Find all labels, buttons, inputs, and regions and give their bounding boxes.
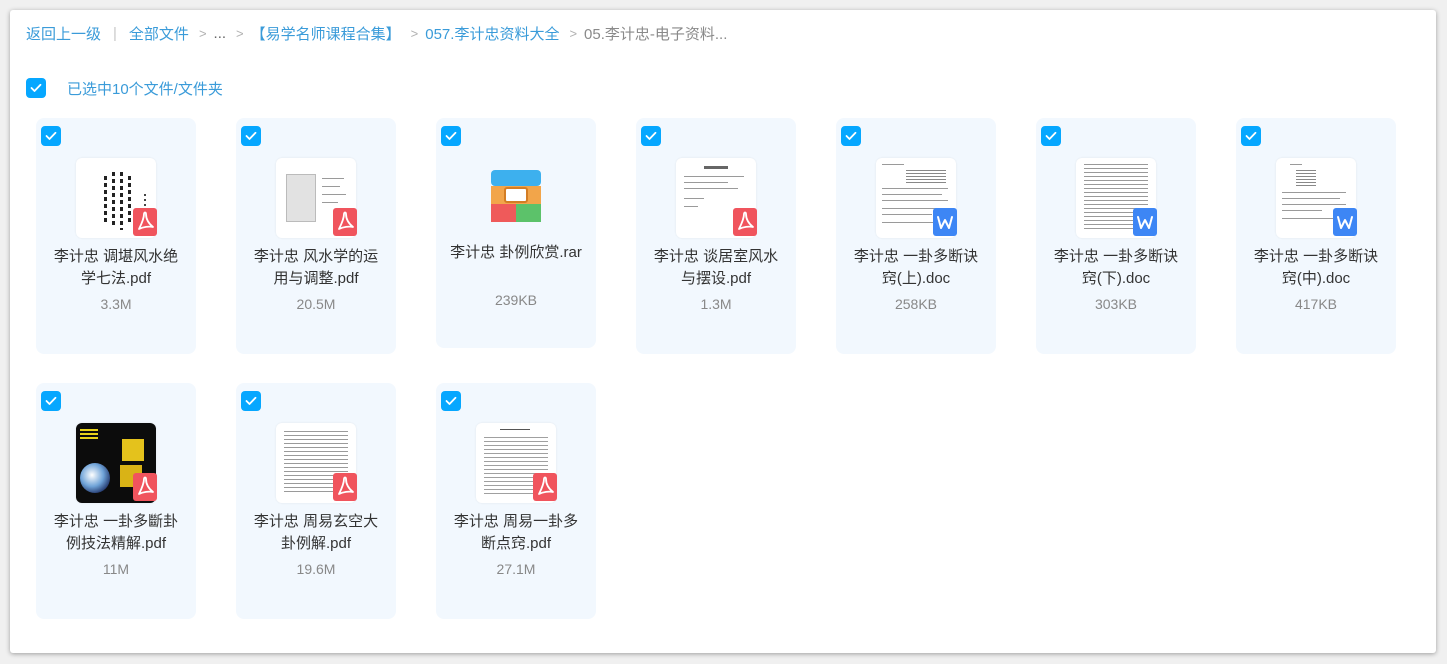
check-icon: [45, 396, 57, 405]
file-size: 3.3M: [100, 296, 132, 312]
file-card[interactable]: 李计忠 一卦多断诀窍(下).doc 303KB: [1036, 118, 1196, 354]
chevron-right-icon: >: [569, 25, 578, 41]
file-card[interactable]: 李计忠 周易玄空大卦例解.pdf 19.6M: [236, 383, 396, 619]
pdf-icon: [133, 473, 157, 501]
word-icon: [933, 208, 957, 236]
file-size: 19.6M: [296, 561, 336, 577]
back-link[interactable]: 返回上一级: [26, 23, 101, 44]
pdf-icon: [133, 208, 157, 236]
check-icon: [245, 396, 257, 405]
breadcrumb-ellipsis[interactable]: ...: [214, 25, 227, 42]
breadcrumb-level1[interactable]: 【易学名师课程合集】: [251, 23, 401, 44]
file-size: 258KB: [894, 296, 938, 312]
file-name[interactable]: 李计忠 周易玄空大卦例解.pdf: [250, 511, 382, 555]
file-size: 11M: [102, 561, 130, 577]
word-icon: [1133, 208, 1157, 236]
chevron-right-icon: >: [236, 25, 244, 41]
breadcrumb-current: 05.李计忠-电子资料...: [584, 25, 728, 43]
pdf-icon: [333, 208, 357, 236]
file-card[interactable]: 李计忠 一卦多断诀窍(中).doc 417KB: [1236, 118, 1396, 354]
file-checkbox[interactable]: [1041, 126, 1061, 146]
file-checkbox[interactable]: [241, 391, 261, 411]
file-size: 417KB: [1294, 296, 1338, 312]
pdf-icon: [733, 208, 757, 236]
pdf-icon: [333, 473, 357, 501]
check-icon: [845, 131, 857, 140]
file-name[interactable]: 李计忠 一卦多断诀窍(中).doc: [1250, 246, 1382, 290]
file-card[interactable]: 李计忠 调堪风水绝学七法.pdf 3.3M: [36, 118, 196, 354]
file-size: 239KB: [494, 292, 538, 308]
file-checkbox[interactable]: [1241, 126, 1261, 146]
file-name[interactable]: 李计忠 一卦多断诀窍(下).doc: [1050, 246, 1182, 290]
check-icon: [445, 131, 457, 140]
file-card[interactable]: 李计忠 风水学的运用与调整.pdf 20.5M: [236, 118, 396, 354]
file-size: 20.5M: [296, 296, 336, 312]
selection-bar: 已选中10个文件/文件夹: [26, 78, 223, 98]
file-name[interactable]: 李计忠 一卦多断诀窍(上).doc: [850, 246, 982, 290]
file-checkbox[interactable]: [841, 126, 861, 146]
file-checkbox[interactable]: [441, 126, 461, 146]
file-size: 27.1M: [496, 561, 536, 577]
file-card[interactable]: 李计忠 一卦多斷卦例技法精解.pdf 11M: [36, 383, 196, 619]
check-icon: [1045, 131, 1057, 140]
file-checkbox[interactable]: [241, 126, 261, 146]
breadcrumb-all-files[interactable]: 全部文件: [129, 23, 189, 44]
file-name[interactable]: 李计忠 卦例欣赏.rar: [450, 242, 582, 264]
breadcrumb: 返回上一级 | 全部文件 > ... > 【易学名师课程合集】 > 057.李计…: [26, 22, 727, 44]
check-icon: [245, 131, 257, 140]
check-icon: [645, 131, 657, 140]
file-name[interactable]: 李计忠 周易一卦多断点窍.pdf: [450, 511, 582, 555]
chevron-right-icon: >: [410, 25, 419, 41]
file-checkbox[interactable]: [41, 391, 61, 411]
pdf-icon: [533, 473, 557, 501]
check-icon: [45, 131, 57, 140]
word-icon: [1333, 208, 1357, 236]
file-card[interactable]: 李计忠 卦例欣赏.rar 239KB: [436, 118, 596, 348]
breadcrumb-divider: |: [113, 24, 117, 42]
check-icon: [30, 83, 42, 92]
check-icon: [1245, 131, 1257, 140]
file-card[interactable]: 李计忠 周易一卦多断点窍.pdf 27.1M: [436, 383, 596, 619]
selection-count-text: 已选中10个文件/文件夹: [67, 80, 223, 98]
breadcrumb-level2[interactable]: 057.李计忠资料大全: [425, 23, 559, 44]
file-browser-panel: 返回上一级 | 全部文件 > ... > 【易学名师课程合集】 > 057.李计…: [10, 10, 1436, 653]
file-size: 303KB: [1094, 296, 1138, 312]
file-name[interactable]: 李计忠 风水学的运用与调整.pdf: [250, 246, 382, 290]
file-checkbox[interactable]: [41, 126, 61, 146]
chevron-right-icon: >: [198, 25, 207, 41]
file-name[interactable]: 李计忠 谈居室风水与摆设.pdf: [650, 246, 782, 290]
file-name[interactable]: 李计忠 一卦多斷卦例技法精解.pdf: [50, 511, 182, 555]
file-name[interactable]: 李计忠 调堪风水绝学七法.pdf: [50, 246, 182, 290]
file-size: 1.3M: [700, 296, 732, 312]
check-icon: [445, 396, 457, 405]
file-checkbox[interactable]: [441, 391, 461, 411]
select-all-checkbox[interactable]: [26, 78, 46, 98]
archive-icon: [476, 158, 556, 238]
file-card[interactable]: 李计忠 一卦多断诀窍(上).doc 258KB: [836, 118, 996, 354]
file-checkbox[interactable]: [641, 126, 661, 146]
file-card[interactable]: 李计忠 谈居室风水与摆设.pdf 1.3M: [636, 118, 796, 354]
